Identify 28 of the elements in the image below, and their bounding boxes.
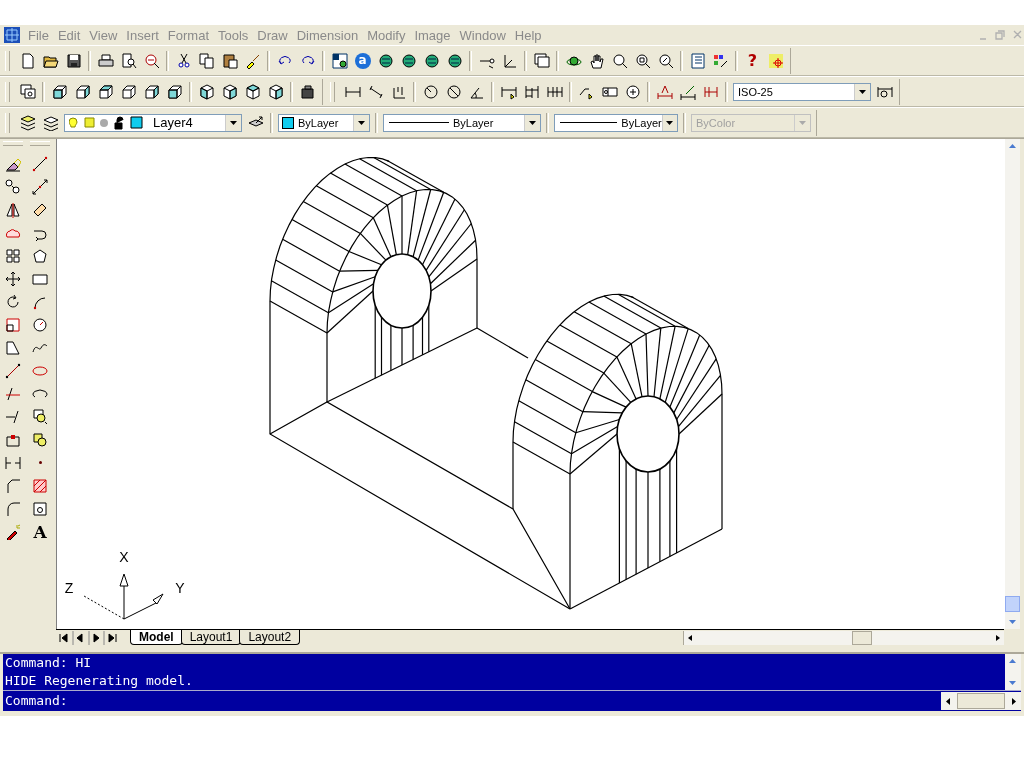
layout-tab[interactable]: Model	[130, 630, 183, 645]
layout-tab[interactable]: Layout1	[180, 630, 242, 645]
text-tool-button[interactable]: A	[28, 520, 52, 543]
z-axis-label: Z	[64, 580, 74, 596]
menu-item[interactable]: Draw	[255, 27, 295, 43]
menu-item[interactable]: Help	[512, 27, 549, 43]
lineweight-dropdown[interactable]: ByLayer	[554, 113, 678, 132]
color-dropdown[interactable]: ByLayer	[278, 113, 370, 132]
menu-item[interactable]: Insert	[124, 27, 166, 43]
layout-tab[interactable]: Layout2	[239, 630, 301, 645]
x-axis-label: X	[119, 549, 129, 565]
menu-item[interactable]: Tools	[216, 27, 256, 43]
command-history-line: Command: HI	[4, 654, 93, 672]
linetype-dropdown[interactable]: ByLayer	[383, 113, 541, 132]
layer-dropdown[interactable]: Layer4	[64, 113, 242, 132]
menu-item[interactable]: Window	[457, 27, 513, 43]
drawing-canvas[interactable]: X Z Y	[56, 139, 1005, 629]
menu-item[interactable]: Dimension	[294, 27, 366, 43]
y-axis-label: Y	[175, 580, 185, 596]
menu-item[interactable]: Modify	[365, 27, 413, 43]
menu-item[interactable]: Image	[412, 27, 458, 43]
menu-item[interactable]: View	[87, 27, 125, 43]
command-history-line: HIDE Regenerating model.	[4, 672, 194, 690]
dimension-style-dropdown[interactable]: ISO-25	[733, 82, 871, 101]
menu-item[interactable]: Format	[165, 27, 216, 43]
help-button[interactable]: ?	[741, 49, 764, 72]
menu-item[interactable]: File	[26, 27, 56, 43]
menu-item[interactable]: Edit	[55, 27, 88, 43]
